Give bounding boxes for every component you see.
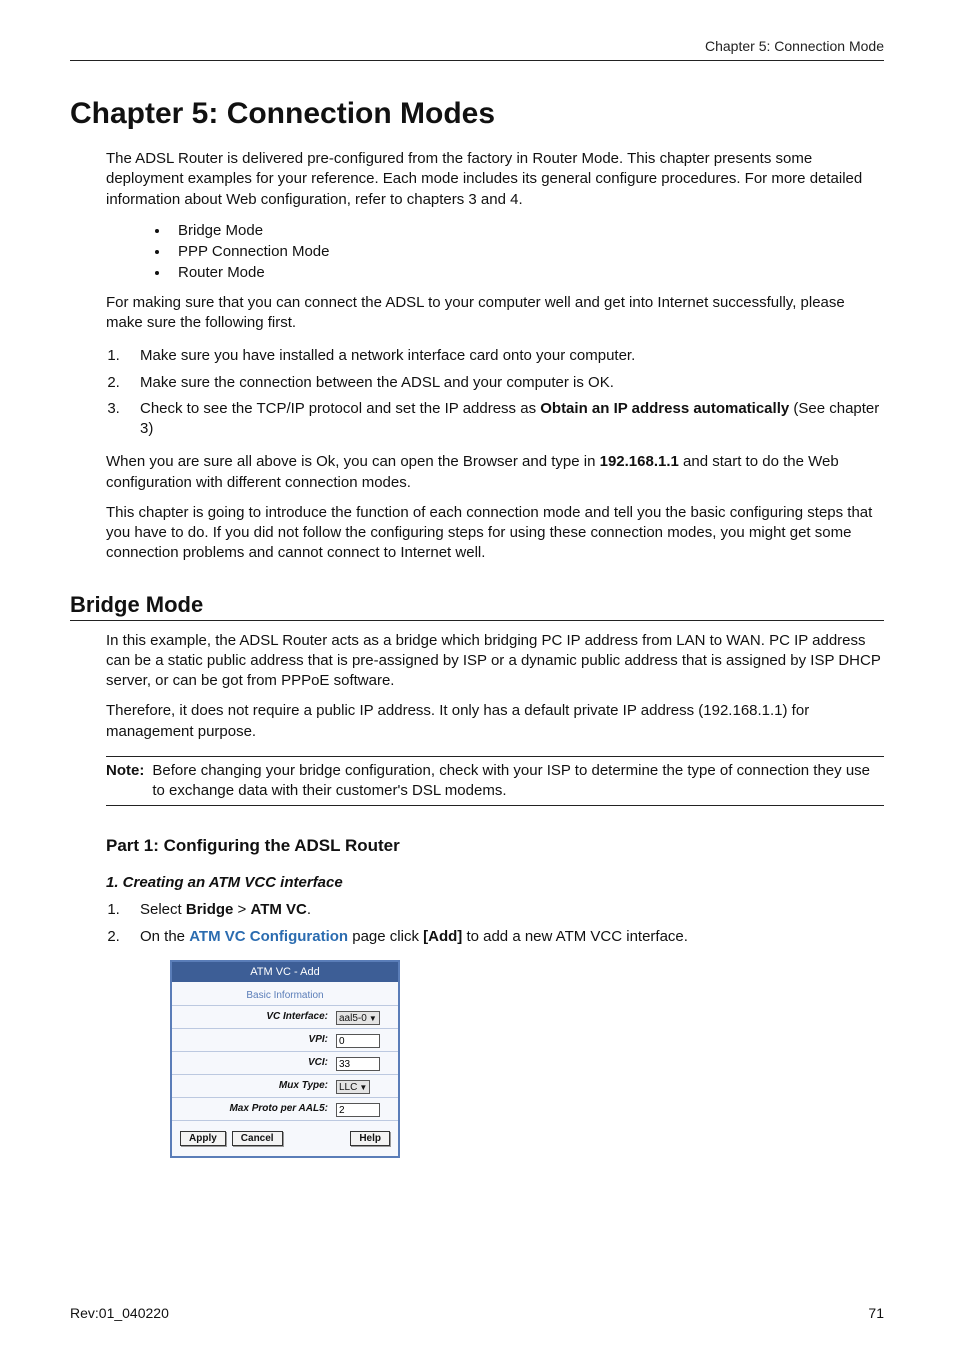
select-value: aal5-0 [339, 1013, 367, 1024]
apply-button[interactable]: Apply [180, 1131, 226, 1146]
row-mux-type: Mux Type: LLC ▼ [172, 1075, 398, 1098]
text: When you are sure all above is Ok, you c… [106, 453, 600, 470]
list-item: Check to see the TCP/IP protocol and set… [124, 396, 884, 443]
text: to add a new ATM VCC interface. [462, 928, 688, 945]
list-item: PPP Connection Mode [170, 241, 884, 262]
note-label: Note: [106, 761, 144, 802]
ip-address: 192.168.1.1 [600, 453, 679, 470]
page-number: 71 [868, 1305, 884, 1321]
row-max-proto: Max Proto per AAL5: [172, 1098, 398, 1121]
dialog-title: ATM VC - Add [172, 962, 398, 982]
connect-intro: For making sure that you can connect the… [106, 293, 884, 334]
text: On the [140, 928, 189, 945]
row-vci: VCI: [172, 1052, 398, 1075]
bridge-mode-title: Bridge Mode [70, 592, 884, 621]
bridge-p2: Therefore, it does not require a public … [106, 701, 884, 742]
label: Max Proto per AAL5: [178, 1103, 336, 1114]
vc-interface-select[interactable]: aal5-0 ▼ [336, 1011, 380, 1025]
max-proto-input[interactable] [336, 1103, 380, 1117]
part1-title: Part 1: Configuring the ADSL Router [106, 836, 884, 856]
configure-steps: Select Bridge > ATM VC. On the ATM VC Co… [106, 897, 884, 950]
text: Select [140, 901, 186, 918]
bridge-p1: In this example, the ADSL Router acts as… [106, 631, 884, 692]
mux-type-select[interactable]: LLC ▼ [336, 1080, 370, 1094]
text: Check to see the TCP/IP protocol and set… [140, 400, 540, 417]
chevron-down-icon: ▼ [369, 1014, 377, 1023]
running-header: Chapter 5: Connection Mode [70, 38, 884, 61]
text: page click [348, 928, 423, 945]
note-text: Before changing your bridge configuratio… [152, 761, 884, 802]
list-item: On the ATM VC Configuration page click [… [124, 924, 884, 950]
label: VCI: [178, 1057, 336, 1068]
list-item: Bridge Mode [170, 220, 884, 241]
page-footer: Rev:01_040220 71 [70, 1305, 884, 1321]
help-button[interactable]: Help [350, 1131, 390, 1146]
list-item: Make sure the connection between the ADS… [124, 370, 884, 396]
bold-text: Bridge [186, 901, 234, 918]
text: > [233, 901, 250, 918]
cancel-button[interactable]: Cancel [232, 1131, 283, 1146]
atm-vc-add-dialog: ATM VC - Add Basic Information VC Interf… [170, 960, 400, 1158]
row-vpi: VPI: [172, 1029, 398, 1052]
bold-text: Obtain an IP address automatically [540, 400, 789, 417]
label: Mux Type: [178, 1080, 336, 1091]
dialog-footer: Apply Cancel Help [172, 1121, 398, 1156]
list-item: Select Bridge > ATM VC. [124, 897, 884, 923]
browser-paragraph: When you are sure all above is Ok, you c… [106, 452, 884, 493]
modes-list: Bridge Mode PPP Connection Mode Router M… [106, 220, 884, 283]
sub-title: 1. Creating an ATM VCC interface [106, 874, 884, 891]
list-item: Router Mode [170, 262, 884, 283]
vci-input[interactable] [336, 1057, 380, 1071]
list-item: Make sure you have installed a network i… [124, 343, 884, 369]
label: VC Interface: [178, 1011, 336, 1022]
chapter-title: Chapter 5: Connection Modes [70, 97, 884, 131]
bold-text: [Add] [423, 928, 462, 945]
chevron-down-icon: ▼ [359, 1083, 367, 1092]
bold-text: ATM VC [250, 901, 306, 918]
label: VPI: [178, 1034, 336, 1045]
row-vc-interface: VC Interface: aal5-0 ▼ [172, 1006, 398, 1029]
dialog-section-header: Basic Information [172, 982, 398, 1006]
prereq-steps: Make sure you have installed a network i… [106, 343, 884, 442]
chapter-closing: This chapter is going to introduce the f… [106, 503, 884, 564]
link-text: ATM VC Configuration [189, 928, 348, 945]
vpi-input[interactable] [336, 1034, 380, 1048]
revision-label: Rev:01_040220 [70, 1305, 169, 1321]
text: . [307, 901, 311, 918]
select-value: LLC [339, 1082, 357, 1093]
note-block: Note: Before changing your bridge config… [106, 756, 884, 807]
chapter-intro: The ADSL Router is delivered pre-configu… [106, 149, 884, 210]
